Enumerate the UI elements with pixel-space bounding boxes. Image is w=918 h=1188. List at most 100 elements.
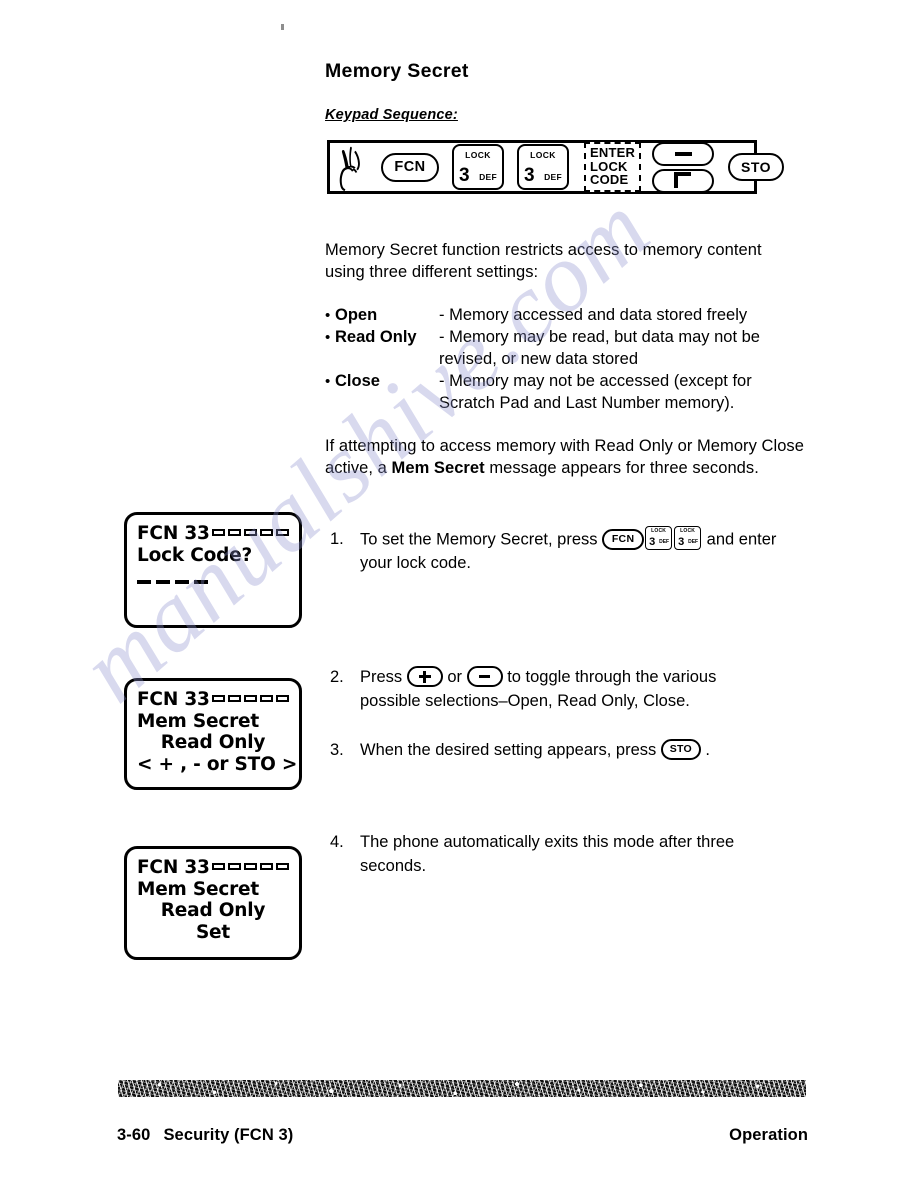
lcd-status-line: FCN 33 [137, 689, 289, 711]
step-2-text-part-2: or [442, 668, 467, 686]
setting-description-continued: revised, or new data stored [439, 349, 639, 368]
step-number: 1. [330, 530, 344, 548]
settings-list: • Open - Memory accessed and data stored… [325, 305, 825, 415]
lcd-display-mem-secret-set: FCN 33 Mem Secret Read Only Set [124, 846, 302, 960]
signal-bars-icon [211, 863, 289, 872]
key-sto[interactable]: STO [728, 153, 785, 181]
enter-lock-code-line-1: ENTER [590, 145, 636, 161]
signal-bars-icon [211, 695, 289, 704]
setting-description: - Memory accessed and data stored freely [439, 306, 748, 324]
footer-left: 3-60 Security (FCN 3) [117, 1126, 293, 1145]
manual-page: Memory Secret Keypad Sequence: FCN LOCK … [0, 0, 918, 1188]
key-sub-label: DEF [688, 538, 699, 545]
setting-description: - Memory may be read, but data may not b… [439, 327, 760, 346]
bullet-icon: • [325, 328, 331, 346]
step-number: 4. [330, 833, 344, 851]
plus-icon [674, 172, 692, 189]
key-main-digit: 3 [459, 165, 470, 186]
inline-key-sto[interactable]: STO [660, 739, 701, 761]
key-top-label: LOCK [651, 528, 667, 534]
note-emphasis: Mem Secret [391, 458, 485, 477]
intro-paragraph: Memory Secret function restricts access … [325, 240, 820, 284]
enter-lock-code-line-3: CODE [590, 172, 629, 188]
bullet-icon: • [325, 307, 331, 324]
lcd-fcn-code: FCN 33 [137, 857, 210, 878]
key-sub-label: DEF [659, 538, 670, 545]
step-3-text-part-2: . [700, 741, 711, 759]
lcd-status-line: FCN 33 [137, 857, 289, 879]
note-text-part-2: message appears for three seconds. [484, 458, 759, 477]
lcd-line-2: Mem Secret [137, 710, 260, 732]
key-top-label: LOCK [680, 528, 696, 534]
footer-right: Operation [729, 1126, 808, 1144]
plus-minus-key-group [652, 141, 715, 193]
footer-divider [118, 1080, 806, 1097]
step-4: 4. The phone automatically exits this mo… [330, 831, 790, 879]
key-plus[interactable] [652, 168, 715, 193]
intro-line-2: using three different settings: [325, 262, 539, 281]
key-fcn[interactable]: FCN [381, 152, 439, 182]
step-number: 3. [330, 741, 344, 759]
step-text: The phone automatically exits this mode … [360, 833, 735, 875]
inline-key-fcn[interactable]: FCN [602, 528, 645, 550]
step-2-text-part-1: Press [360, 668, 407, 686]
intro-line-1: Memory Secret function restricts access … [325, 241, 762, 259]
list-item: • Open - Memory accessed and data stored… [325, 305, 825, 327]
key-sub-label: DEF [479, 172, 497, 182]
page-number: 3-60 [117, 1126, 151, 1144]
setting-term: Read Only [335, 327, 417, 346]
minus-icon [674, 151, 692, 156]
enter-lock-code-annotation: ENTER LOCK CODE [584, 142, 642, 192]
lcd-display-lock-code-prompt: FCN 33 Lock Code? [124, 512, 302, 628]
note-paragraph: If attempting to access memory with Read… [325, 436, 817, 480]
lcd-code-entry-dashes [137, 580, 289, 585]
signal-bars-icon [211, 529, 289, 538]
step-3: 3. When the desired setting appears, pre… [330, 739, 780, 763]
inline-key-minus[interactable] [466, 666, 503, 688]
setting-term: Close [335, 371, 380, 390]
setting-term: Open [335, 306, 378, 324]
key-main-digit: 3 [524, 165, 535, 186]
bullet-icon: • [325, 372, 331, 390]
lcd-line-2: Lock Code? [137, 544, 253, 566]
key-lock-3-def-second[interactable]: LOCK 3 DEF [517, 144, 569, 190]
lcd-status-line: FCN 33 [137, 523, 289, 545]
key-minus[interactable] [652, 141, 715, 166]
lcd-line-3: Read Only [160, 900, 266, 922]
step-text: When the desired setting appears, press … [360, 739, 780, 763]
inline-key-plus[interactable] [406, 666, 443, 688]
inline-key-lock-3-def-first[interactable]: LOCK 3 DEF [645, 526, 673, 550]
key-sub-label: DEF [544, 172, 562, 182]
lcd-line-4: < + , - or STO > [137, 753, 298, 775]
pointing-hand-icon [339, 146, 360, 191]
step-3-text-part-1: When the desired setting appears, press [360, 741, 661, 759]
step-text: Press or to toggle through the various p… [360, 666, 780, 714]
minus-icon [479, 675, 491, 678]
key-main-digit: 3 [678, 536, 685, 548]
key-top-label: LOCK [530, 150, 556, 160]
step-2: 2. Press or to toggle through the variou… [330, 666, 780, 714]
lcd-fcn-code: FCN 33 [137, 689, 210, 710]
lcd-display-mem-secret-select: FCN 33 Mem Secret Read Only < + , - or S… [124, 678, 302, 790]
plus-icon [418, 670, 431, 683]
setting-description: - Memory may not be accessed (except for [439, 371, 752, 390]
lcd-line-4: Set [195, 921, 231, 943]
keypad-sequence-label: Keypad Sequence: [325, 107, 458, 123]
list-item: • Close - Memory may not be accessed (ex… [325, 371, 825, 393]
key-top-label: LOCK [465, 150, 491, 160]
lcd-line-3: Read Only [160, 732, 266, 754]
lcd-fcn-code: FCN 33 [137, 523, 210, 544]
step-1: 1. To set the Memory Secret, press FCN L… [330, 526, 800, 576]
step-text: To set the Memory Secret, press FCN LOCK… [360, 526, 800, 576]
enter-lock-code-line-2: LOCK [590, 158, 628, 174]
footer-section: Security (FCN 3) [163, 1126, 294, 1144]
keypad-sequence-diagram: FCN LOCK 3 DEF LOCK 3 DEF ENTER LOCK COD… [327, 140, 785, 194]
setting-description-continued: Scratch Pad and Last Number memory). [439, 393, 735, 412]
inline-key-lock-3-def-second[interactable]: LOCK 3 DEF [674, 526, 702, 550]
step-1-text-part-1: To set the Memory Secret, press [360, 530, 603, 549]
key-lock-3-def-first[interactable]: LOCK 3 DEF [452, 144, 504, 190]
list-item: • Read Only - Memory may be read, but da… [325, 327, 825, 349]
key-main-digit: 3 [649, 536, 656, 548]
step-number: 2. [330, 668, 344, 686]
lcd-line-2: Mem Secret [137, 878, 260, 900]
